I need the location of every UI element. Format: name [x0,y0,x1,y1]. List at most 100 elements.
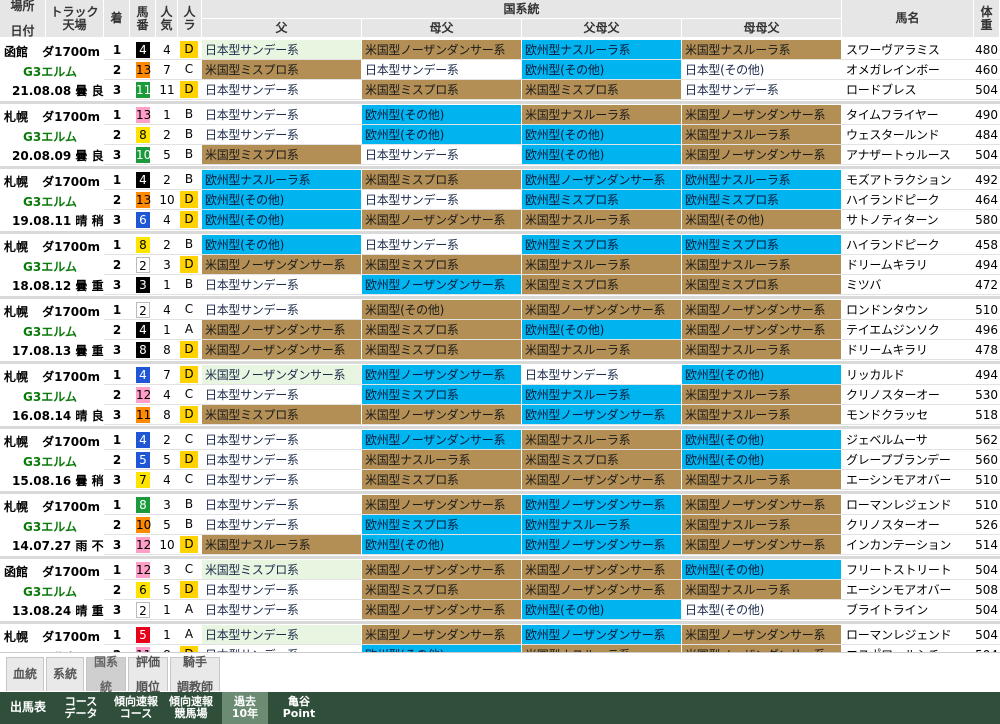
horse-name[interactable]: スワーヴアラミス [842,40,974,59]
popularity: 2 [163,172,171,187]
horse-name[interactable]: タイムフライヤー [842,105,974,124]
table-row[interactable]: 3 3 1 B 日本型サンデー系 欧州型ノーザンダンサー系 米国型ミスプロ系 米国型ミスプロ系… [104,275,1000,295]
horse-number: 4 [130,365,156,384]
damsire-line: 米国型ミスプロ系 [362,320,522,339]
table-row[interactable]: 1 4 2 C 日本型サンデー系 欧州型ノーザンダンサー系 米国型ナスルーラ系 欧州型(その他… [104,430,1000,450]
siresire-line: 米国型ノーザンダンサー系 [522,300,682,319]
damdamsire-line: 米国型ナスルーラ系 [682,470,842,489]
row-divider [104,359,1000,360]
siresire-line: 米国型ノーザンダンサー系 [522,470,682,489]
table-row[interactable]: 3 6 4 D 欧州型(その他) 米国型ノーザンダンサー系 米国型ナスルーラ系 米国型(その他… [104,210,1000,230]
row-divider [104,619,1000,620]
horse-number-badge: 2 [136,301,150,318]
table-row[interactable]: 3 7 4 C 日本型サンデー系 米国型ミスプロ系 米国型ノーザンダンサー系 米国型ナスルーラ… [104,470,1000,490]
damsire-line: 日本型サンデー系 [362,60,522,79]
popularity: 8 [163,407,171,422]
table-row[interactable]: 3 8 8 D 米国型ノーザンダンサー系 米国型ミスプロ系 米国型ナスルーラ系 米国型ナスルー… [104,340,1000,360]
horse-name[interactable]: クリノスターオー [842,515,974,534]
horse-name[interactable]: ローマンレジェンド [842,625,974,644]
tab-entries[interactable]: 出馬表 [4,692,52,724]
table-row[interactable]: 1 4 4 D 日本型サンデー系 米国型ノーザンダンサー系 欧州型ナスルーラ系 米国型ナスルー… [104,40,1000,60]
rating-badge: B [184,497,194,511]
horse-name[interactable]: エーシンモアオバー [842,470,974,489]
horse-number-badge: 4 [136,171,150,188]
horse-name[interactable]: ジェベルムーサ [842,430,974,449]
tab-kameya-point[interactable]: 亀谷 Point [272,692,326,724]
table-row[interactable]: 2 2 3 D 米国型ノーザンダンサー系 米国型ミスプロ系 米国型ナスルーラ系 米国型ナスルー… [104,255,1000,275]
horse-name[interactable]: モンドクラッセ [842,405,974,424]
rating-rank: B [178,105,200,124]
finish-rank: 3 [112,472,122,487]
tab-rating-rank[interactable]: 評価 順位 [128,656,168,693]
horse-number: 3 [130,275,156,294]
race-venue: 札幌 [4,240,29,254]
finish-rank: 3 [112,602,122,617]
horse-name[interactable]: ハイランドピーク [842,235,974,254]
horse-name[interactable]: ドリームキラリ [842,255,974,274]
table-row[interactable]: 2 12 4 C 日本型サンデー系 欧州型ミスプロ系 欧州型ナスルーラ系 米国型ナスルーラ系ク… [104,385,1000,405]
table-row[interactable]: 2 8 2 B 日本型サンデー系 欧州型(その他) 欧州型(その他) 米国型ナスルーラ系 ウェス… [104,125,1000,145]
table-row[interactable]: 3 11 8 D 米国型ミスプロ系 米国型ノーザンダンサー系 欧州型ノーザンダンサー系 米国型… [104,405,1000,425]
table-row[interactable]: 3 10 5 B 米国型ミスプロ系 日本型サンデー系 欧州型(その他) 米国型ノーザンダンサー… [104,145,1000,165]
damsire-line: 欧州型(その他) [362,105,522,124]
table-row[interactable]: 2 5 5 D 日本型サンデー系 米国型ナスルーラ系 米国型ミスプロ系 欧州型(その他) グレー… [104,450,1000,470]
horse-name[interactable]: ウェスタールンド [842,125,974,144]
race-info: 札幌 ダ1700m G3エルム 20.08.09 曇 良 [0,104,104,166]
race-venue: 札幌 [4,305,29,319]
horse-name[interactable]: ミツバ [842,275,974,294]
table-row[interactable]: 1 4 2 B 欧州型ナスルーラ系 米国型ミスプロ系 欧州型ノーザンダンサー系 欧州型ナスルー… [104,170,1000,190]
table-row[interactable]: 3 11 11 D 日本型サンデー系 米国型ミスプロ系 米国型ミスプロ系 日本型サンデー系 ロー… [104,80,1000,100]
horse-name[interactable]: サトノティターン [842,210,974,229]
horse-name[interactable]: オメガレインボー [842,60,974,79]
damsire-line: 米国型ミスプロ系 [362,580,522,599]
tab-country-lineage[interactable]: 国系統 [86,656,126,693]
tab-past-10-years[interactable]: 過去 10年 [222,692,268,724]
table-row[interactable]: 3 2 1 A 日本型サンデー系 米国型ノーザンダンサー系 欧州型(その他) 日本型(その他)… [104,600,1000,620]
table-row[interactable]: 1 2 4 C 日本型サンデー系 米国型(その他) 米国型ノーザンダンサー系 米国型ノーザンダ… [104,300,1000,320]
tab-jockey-trainer[interactable]: 騎手 調教師 [170,656,220,693]
damdamsire-line: 日本型(その他) [682,600,842,619]
table-row[interactable]: 1 4 7 D 米国型ノーザンダンサー系 欧州型ノーザンダンサー系 日本型サンデー系 欧州型(… [104,365,1000,385]
table-row[interactable]: 1 12 3 C 米国型ミスプロ系 米国型ノーザンダンサー系 米国型ノーザンダンサー系 欧州型… [104,560,1000,580]
horse-name[interactable]: リッカルド [842,365,974,384]
race-info: 札幌 ダ1700m G3エルム 14.07.27 雨 不 [0,494,104,556]
horse-name[interactable]: クリノスターオー [842,385,974,404]
horse-name[interactable]: フリートストリート [842,560,974,579]
table-row[interactable]: 1 13 1 B 日本型サンデー系 欧州型(その他) 米国型ナスルーラ系 米国型ノーザンダンサ… [104,105,1000,125]
horse-name[interactable]: ロードブレス [842,80,974,99]
horse-name[interactable]: テイエムジンソク [842,320,974,339]
tab-course-data[interactable]: コース データ [56,692,106,724]
horse-name[interactable]: ロンドンタウン [842,300,974,319]
table-row[interactable]: 3 12 10 D 米国型ナスルーラ系 欧州型(その他) 欧州型ノーザンダンサー系 米国型ノー… [104,535,1000,555]
table-row[interactable]: 1 8 2 B 欧州型(その他) 日本型サンデー系 欧州型ミスプロ系 欧州型ミスプロ系 ハイラン… [104,235,1000,255]
tab-trend-track[interactable]: 傾向速報 競馬場 [164,692,218,724]
horse-number: 11 [130,80,156,99]
horse-name[interactable]: エーシンモアオバー [842,580,974,599]
tab-label-2: コース [119,707,153,720]
horse-name[interactable]: インカンテーション [842,535,974,554]
damsire-line: 米国型ノーザンダンサー系 [362,625,522,644]
table-row[interactable]: 2 13 10 D 欧州型(その他) 日本型サンデー系 欧州型ミスプロ系 欧州型ミスプロ系 ハイ… [104,190,1000,210]
table-row[interactable]: 2 10 5 B 日本型サンデー系 欧州型ミスプロ系 欧州型ナスルーラ系 米国型ナスルーラ系ク… [104,515,1000,535]
horse-name[interactable]: アナザートゥルース [842,145,974,164]
horse-name[interactable]: ブライトライン [842,600,974,619]
tab-lineage[interactable]: 系統 [46,657,84,691]
horse-name[interactable]: ローマンレジェンド [842,495,974,514]
tab-bloodline[interactable]: 血統 [6,657,44,691]
horse-weight: 562 [975,432,998,447]
horse-name[interactable]: グレープブランデー [842,450,974,469]
table-row[interactable]: 1 8 3 B 日本型サンデー系 米国型ノーザンダンサー系 欧州型ノーザンダンサー系 米国型ノ… [104,495,1000,515]
horse-number-badge: 11 [136,81,152,98]
table-row[interactable]: 2 13 7 C 米国型ミスプロ系 日本型サンデー系 欧州型(その他) 日本型(その他) オメガ… [104,60,1000,80]
horse-number-badge: 4 [136,431,150,448]
table-row[interactable]: 2 6 5 D 日本型サンデー系 米国型ミスプロ系 米国型ノーザンダンサー系 米国型ナスルーラ… [104,580,1000,600]
horse-name[interactable]: モズアトラクション [842,170,974,189]
horse-name[interactable]: ハイランドピーク [842,190,974,209]
rating-rank: A [178,625,200,644]
header-venue: 場所 [10,0,35,13]
tab-trend-course[interactable]: 傾向速報 コース [110,692,162,724]
rating-badge: C [184,302,194,316]
table-row[interactable]: 2 4 1 A 米国型ノーザンダンサー系 米国型ミスプロ系 欧州型(その他) 米国型ノーザンダ… [104,320,1000,340]
horse-name[interactable]: ドリームキラリ [842,340,974,359]
table-row[interactable]: 1 5 1 A 日本型サンデー系 米国型ノーザンダンサー系 欧州型ノーザンダンサー系 米国型ノ… [104,625,1000,645]
